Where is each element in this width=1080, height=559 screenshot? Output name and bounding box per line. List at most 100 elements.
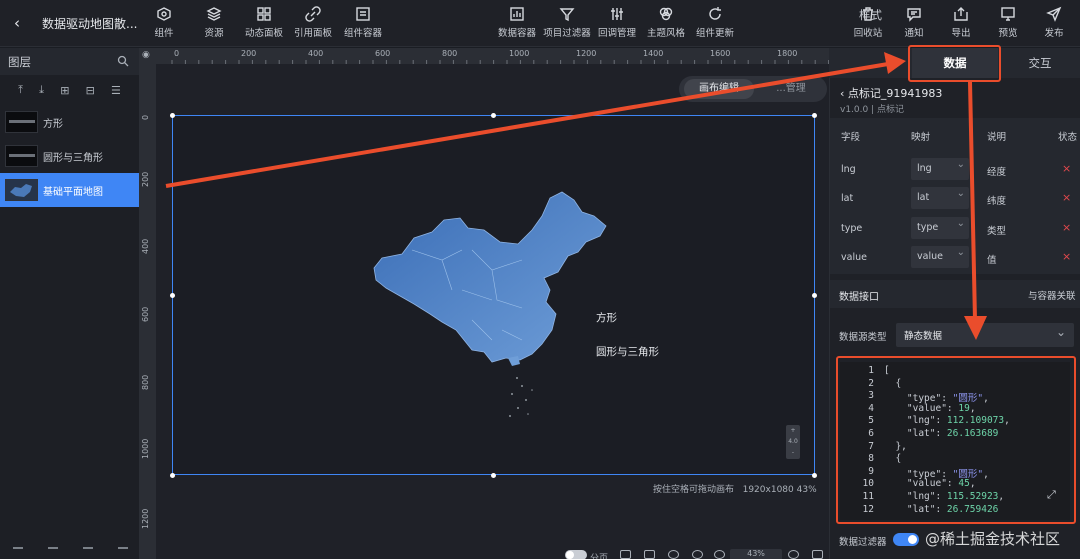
mapping-select[interactable]: value (911, 246, 969, 268)
table-row: lng lng 经度 × (830, 155, 1080, 184)
mini-zoom-control[interactable]: + 4.0 - (786, 425, 800, 459)
layer-tool-icon[interactable] (12, 547, 23, 553)
canvas-manage-mode-button[interactable]: ...管理 (760, 79, 822, 99)
eye-icon[interactable]: ◉ (142, 50, 150, 60)
fit-screen-icon[interactable] (812, 550, 823, 559)
layer-item-base-map[interactable]: 基础平面地图 (0, 173, 139, 207)
dashboard-icon (256, 6, 272, 22)
delete-icon[interactable]: × (1062, 250, 1071, 263)
resize-handle[interactable] (812, 473, 817, 478)
sliders-icon (609, 6, 625, 22)
canvas-status-hint: 按住空格可拖动画布 1920x1080 43% (653, 485, 817, 495)
table-row: type type 类型 × (830, 214, 1080, 243)
delete-icon[interactable]: × (1062, 221, 1071, 234)
tab-style[interactable]: 样式 (829, 0, 912, 30)
toolbar-data-container-button[interactable]: 数据容器 (493, 6, 541, 39)
square-component-label[interactable]: 方形 (596, 310, 617, 325)
annotation-highlight-code (836, 356, 1076, 524)
toolbar-dynamic-panel-button[interactable]: 动态面板 (240, 6, 288, 39)
move-bottom-icon[interactable]: ⤓ (39, 83, 44, 97)
container-link-button[interactable]: 与容器关联 (1028, 288, 1076, 302)
layer-tool-icon[interactable] (82, 547, 93, 553)
delete-icon[interactable]: × (1062, 191, 1071, 204)
toolbar-callback-button[interactable]: 回调管理 (593, 6, 641, 39)
container-icon (355, 6, 371, 22)
layer-thumbnail (5, 179, 38, 201)
toolbar-resource-button[interactable]: 资源 (190, 6, 238, 39)
settings-icon[interactable] (692, 550, 703, 559)
resize-handle[interactable] (170, 473, 175, 478)
table-row: lat lat 纬度 × (830, 184, 1080, 213)
resize-handle[interactable] (170, 293, 175, 298)
layer-item-circle-triangle[interactable]: 圆形与三角形 (0, 139, 139, 173)
resize-handle[interactable] (491, 473, 496, 478)
tab-interaction[interactable]: 交互 (1000, 48, 1080, 78)
move-top-icon[interactable]: ⤒ (18, 83, 23, 97)
layers-icon (206, 6, 222, 22)
table-header: 状态 (1058, 132, 1078, 143)
target-icon[interactable] (668, 550, 679, 559)
watermark: @稀土掘金技术社区 (925, 530, 1061, 548)
layer-bottom-tools (0, 547, 140, 557)
circle-triangle-component-label[interactable]: 圆形与三角形 (596, 344, 659, 359)
paging-label: 分页 (590, 554, 609, 559)
ruler-horizontal[interactable]: 0 200 400 600 800 1000 1200 1400 1600 18… (140, 48, 829, 64)
layer-toolbar: ⤒ ⤓ ⊞ ⊟ ☰ (0, 75, 139, 105)
layer-item-square[interactable]: 方形 (0, 105, 139, 139)
resize-handle[interactable] (812, 113, 817, 118)
export-icon (953, 6, 969, 22)
layer-thumbnail (5, 145, 38, 167)
data-interface-title: 数据接口 (839, 292, 879, 303)
mapping-select[interactable]: type (911, 217, 969, 239)
resize-handle[interactable] (170, 113, 175, 118)
resize-handle[interactable] (812, 293, 817, 298)
toolbar-publish-button[interactable]: 发布 (1030, 6, 1078, 39)
china-map[interactable] (372, 190, 612, 426)
palette-icon (658, 6, 674, 22)
back-arrow-icon[interactable]: ‹ (8, 14, 26, 32)
resize-handle[interactable] (491, 113, 496, 118)
ungroup-icon[interactable]: ⊟ (86, 84, 95, 97)
layer-panel: 图层 ⤒ ⤓ ⊞ ⊟ ☰ 方形 圆形与三角形 基础平面地图 (0, 48, 140, 559)
toolbar-filter-button[interactable]: 项目过滤器 (543, 6, 591, 39)
canvas-edit-mode-button[interactable]: 画布编辑 (684, 79, 754, 99)
mapping-select[interactable]: lng (911, 158, 969, 180)
search-icon[interactable] (117, 55, 129, 67)
toolbar-container-button[interactable]: 组件容器 (339, 6, 387, 39)
toolbar-ref-panel-button[interactable]: 引用面板 (289, 6, 337, 39)
toolbar-preview-button[interactable]: 预览 (984, 6, 1032, 39)
layer-panel-title: 图层 (8, 55, 31, 69)
datasource-type-label: 数据源类型 (839, 332, 887, 343)
layer-tool-icon[interactable] (47, 547, 58, 553)
chevron-left-icon[interactable]: ‹ (840, 87, 844, 100)
table-header: 说明 (987, 132, 1007, 143)
zoom-out-icon[interactable] (714, 550, 725, 559)
frame-icon[interactable] (644, 550, 655, 559)
data-filter-toggle[interactable] (893, 533, 919, 546)
group-icon[interactable]: ⊞ (60, 84, 69, 97)
zoom-in-icon[interactable] (788, 550, 799, 559)
ruler-vertical[interactable]: 0 200 400 600 800 1000 1200 (140, 64, 156, 559)
paging-toggle[interactable] (565, 550, 587, 559)
layer-tool-icon[interactable] (117, 547, 128, 553)
mapping-select[interactable]: lat (911, 187, 969, 209)
zoom-input[interactable]: 43% (730, 549, 782, 559)
list-icon[interactable]: ☰ (111, 84, 121, 97)
send-icon (1046, 6, 1062, 22)
toolbar-update-button[interactable]: 组件更新 (691, 6, 739, 39)
refresh-icon (707, 6, 723, 22)
annotation-highlight-tab (908, 45, 1001, 82)
component-breadcrumb[interactable]: ‹ 点标记_91941983 (840, 85, 942, 101)
layer-thumbnail (5, 111, 38, 133)
toolbar-theme-button[interactable]: 主题风格 (642, 6, 690, 39)
toolbar-export-button[interactable]: 导出 (937, 6, 985, 39)
toolbar-component-button[interactable]: 组件 (140, 6, 188, 39)
delete-icon[interactable]: × (1062, 162, 1071, 175)
datasource-type-select[interactable]: 静态数据 (896, 323, 1074, 347)
filter-icon (559, 6, 575, 22)
bar-chart-icon (509, 6, 525, 22)
grid-icon[interactable] (620, 550, 631, 559)
component-version: v1.0.0 | 点标记 (840, 105, 904, 115)
project-title: 数据驱动地图散... (42, 17, 138, 31)
data-filter-label: 数据过滤器 (839, 537, 887, 548)
